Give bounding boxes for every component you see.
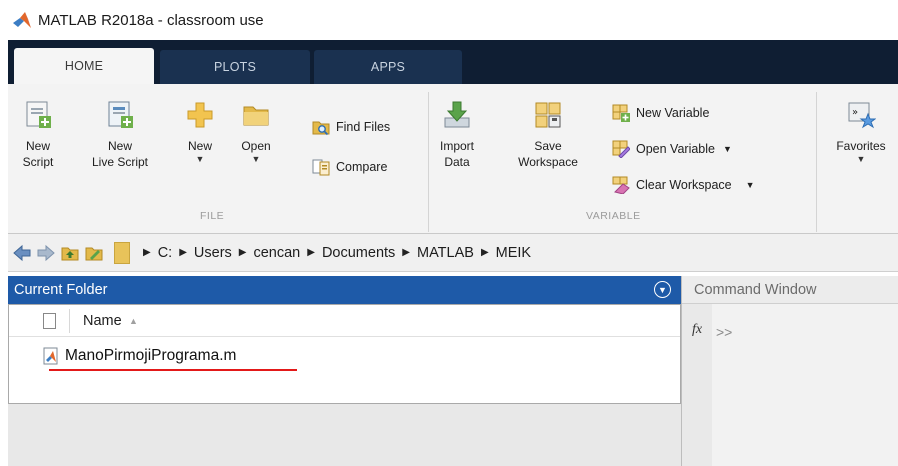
breadcrumb-item[interactable]: Documents — [322, 245, 395, 261]
dropdown-arrow-icon: ▼ — [723, 144, 732, 154]
function-browser-icon[interactable]: fx — [692, 322, 702, 338]
import-data-button[interactable]: Import Data — [434, 100, 480, 170]
new-live-script-button[interactable]: New Live Script — [80, 100, 160, 170]
browse-folder-icon[interactable] — [84, 244, 104, 262]
breadcrumb-item[interactable]: C: — [158, 245, 173, 261]
breadcrumb-separator-icon: ▶ — [402, 247, 410, 258]
file-type-column-icon — [43, 313, 56, 329]
panel-actions-icon[interactable]: ▼ — [654, 281, 671, 298]
tab-apps[interactable]: APPS — [314, 50, 462, 84]
dropdown-arrow-icon: ▼ — [251, 154, 261, 164]
breadcrumb: ▶ C: ▶ Users ▶ cencan ▶ Documents ▶ MATL… — [136, 245, 531, 261]
new-live-script-icon — [108, 101, 133, 128]
title-bar: MATLAB R2018a - classroom use — [0, 0, 898, 40]
group-divider — [428, 92, 429, 232]
tab-home[interactable]: HOME — [14, 48, 154, 84]
dropdown-arrow-icon: ▼ — [856, 154, 866, 164]
up-folder-icon[interactable] — [60, 244, 80, 262]
breadcrumb-separator-icon: ▶ — [480, 247, 489, 258]
folder-icon — [243, 106, 269, 126]
clear-workspace-button[interactable]: Clear Workspace ▼ — [612, 176, 755, 194]
back-arrow-icon[interactable] — [12, 244, 32, 262]
dropdown-arrow-icon: ▼ — [745, 180, 755, 190]
command-window-panel: Command Window fx >> — [681, 276, 898, 466]
matlab-file-icon — [43, 347, 58, 365]
variable-group-label: VARIABLE — [586, 210, 641, 222]
file-list: Name ▲ ManoPirmojiPrograma.m — [8, 304, 681, 404]
red-underline-annotation — [49, 369, 297, 371]
save-workspace-button[interactable]: Save Workspace — [508, 100, 588, 170]
current-folder-header: Current Folder ▼ — [8, 276, 681, 304]
breadcrumb-separator-icon: ▶ — [307, 247, 315, 258]
breadcrumb-item[interactable]: Users — [194, 245, 232, 261]
clear-workspace-icon — [612, 176, 630, 194]
new-script-button[interactable]: New Script — [16, 100, 60, 170]
group-divider — [816, 92, 817, 232]
new-variable-icon — [612, 104, 630, 122]
open-variable-button[interactable]: Open Variable ▼ — [612, 140, 732, 158]
breadcrumb-item[interactable]: MATLAB — [417, 245, 474, 261]
find-files-button[interactable]: Find Files — [312, 118, 390, 136]
command-window-body[interactable]: fx >> — [682, 304, 898, 466]
compare-icon — [312, 159, 330, 176]
file-name: ManoPirmojiPrograma.m — [65, 347, 237, 364]
breadcrumb-item[interactable]: MEIK — [496, 245, 531, 261]
compare-button[interactable]: Compare — [312, 158, 387, 176]
svg-text:»: » — [852, 107, 858, 118]
address-bar: ▶ C: ▶ Users ▶ cencan ▶ Documents ▶ MATL… — [8, 234, 898, 272]
favorites-icon: » — [848, 102, 876, 129]
open-button[interactable]: Open ▼ — [234, 100, 278, 164]
open-variable-icon — [612, 140, 630, 158]
plus-icon — [187, 102, 213, 128]
current-folder-title: Current Folder — [14, 282, 108, 298]
ribbon-toolbar: New Script New Live Script New ▼ Open ▼ — [8, 84, 898, 234]
new-variable-button[interactable]: New Variable — [612, 104, 709, 122]
breadcrumb-separator-icon: ▶ — [143, 247, 151, 258]
new-button[interactable]: New ▼ — [180, 100, 220, 164]
breadcrumb-separator-icon: ▶ — [238, 247, 247, 258]
import-icon — [444, 101, 470, 128]
command-window-title: Command Window — [694, 281, 817, 298]
window-title: MATLAB R2018a - classroom use — [38, 11, 264, 29]
list-item[interactable]: ManoPirmojiPrograma.m — [9, 341, 680, 371]
breadcrumb-item[interactable]: cencan — [253, 245, 300, 261]
file-list-column-header[interactable]: Name ▲ — [9, 305, 680, 337]
path-folder-icon — [114, 241, 130, 264]
command-window-header: Command Window — [682, 276, 898, 304]
name-column-label: Name — [83, 312, 122, 329]
save-workspace-icon — [535, 102, 561, 128]
dropdown-arrow-icon: ▼ — [195, 154, 205, 164]
new-script-icon — [26, 101, 51, 128]
tab-plots[interactable]: PLOTS — [160, 50, 310, 84]
ribbon-tab-strip: HOME PLOTS APPS — [8, 40, 898, 84]
breadcrumb-separator-icon: ▶ — [179, 247, 187, 258]
command-prompt: >> — [716, 324, 733, 340]
matlab-logo-icon — [13, 12, 31, 28]
favorites-button[interactable]: » Favorites ▼ — [828, 100, 894, 164]
sort-ascending-icon: ▲ — [129, 316, 138, 326]
forward-arrow-icon[interactable] — [36, 244, 56, 262]
file-group-label: FILE — [200, 210, 225, 222]
find-files-icon — [312, 121, 330, 136]
current-folder-panel: Current Folder ▼ Name ▲ ManoPirmojiProgr… — [8, 276, 681, 466]
column-divider — [69, 309, 70, 333]
